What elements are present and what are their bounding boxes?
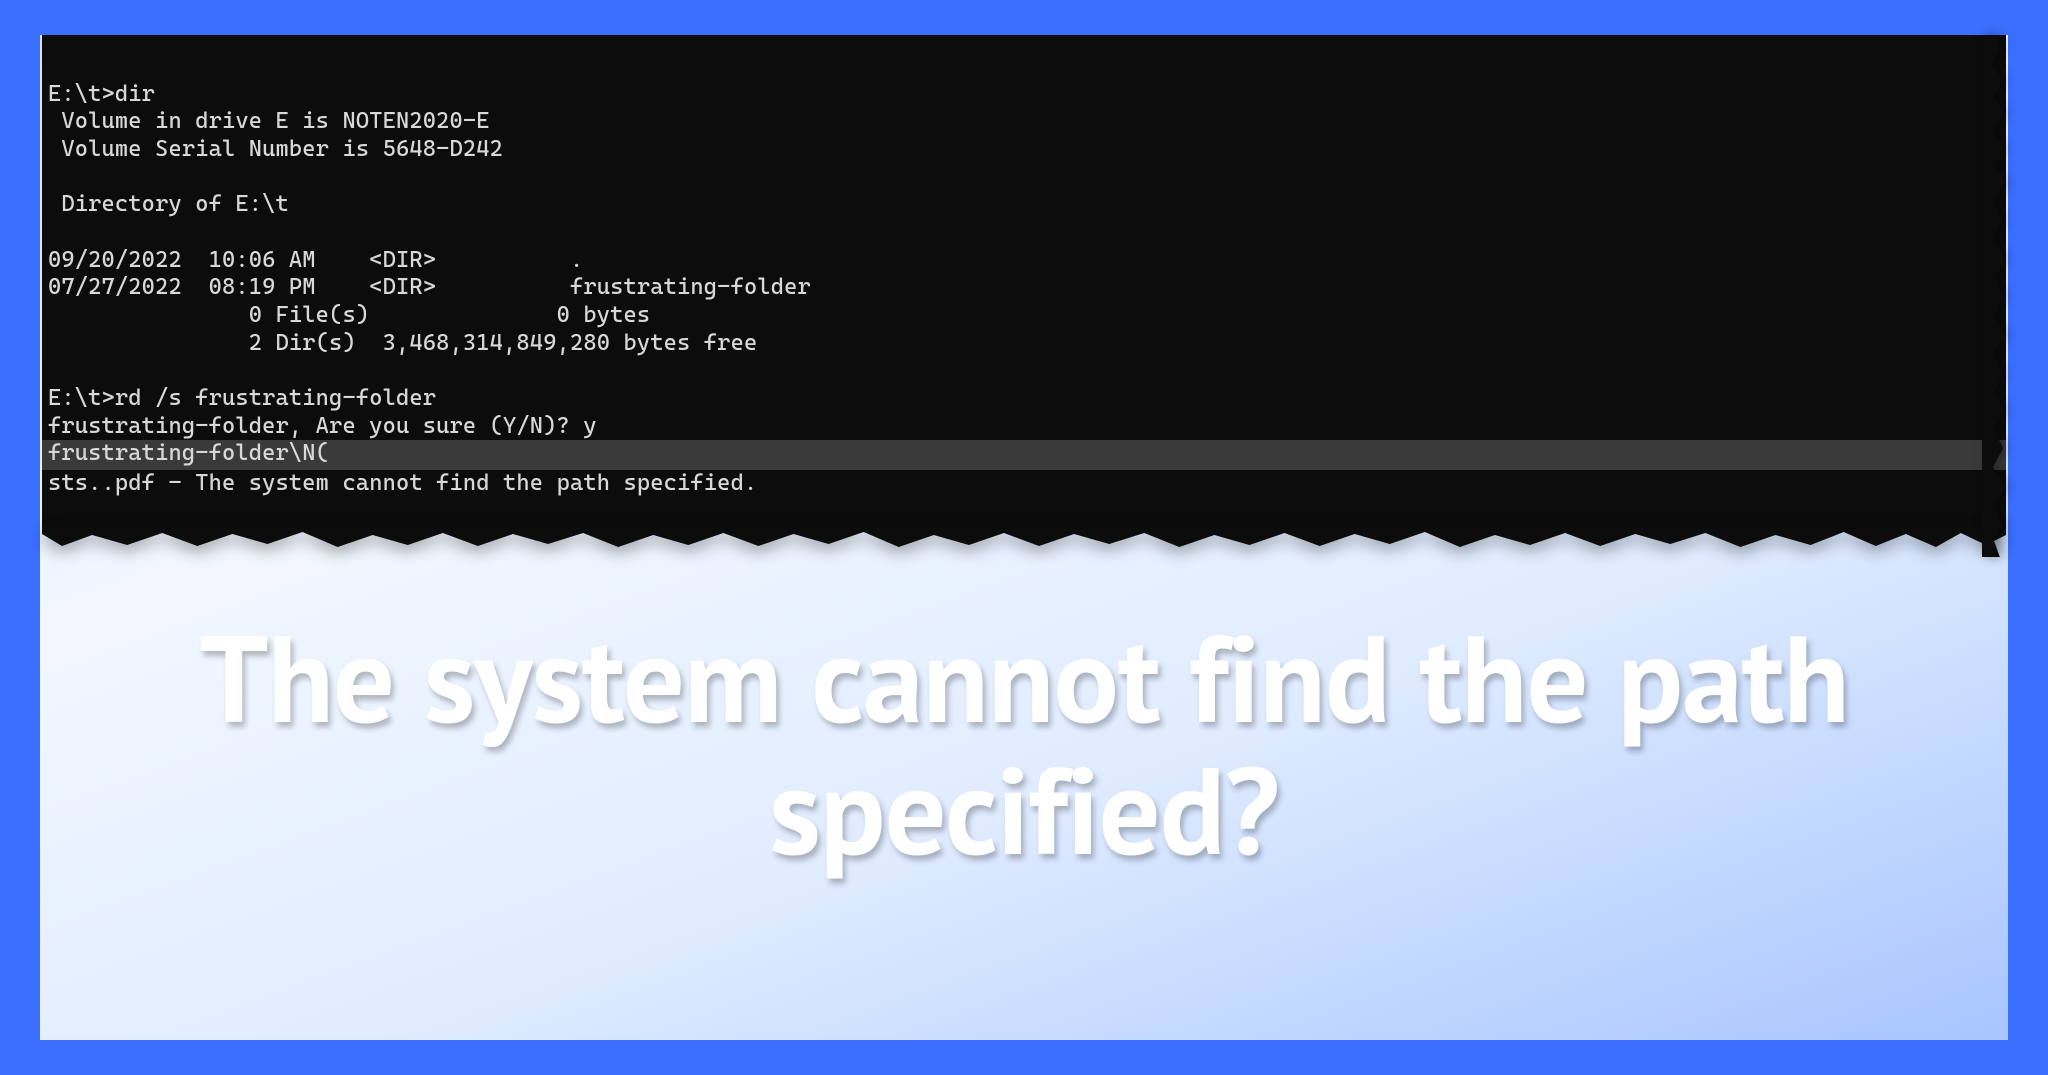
terminal-screenshot: E:\t>dir Volume in drive E is NOTEN2020-… [42,35,2006,557]
terminal-line-highlighted: frustrating-folder\N( [42,440,2006,470]
torn-edge-bottom [42,529,2006,557]
terminal-line: sts..pdf - The system cannot find the pa… [48,470,757,496]
torn-edge-right [1982,35,2008,557]
terminal-line: frustrating-folder, Are you sure (Y/N)? … [48,413,597,439]
terminal-output: E:\t>dir Volume in drive E is NOTEN2020-… [42,35,2006,529]
terminal-line: Directory of E:\t [48,191,289,217]
terminal-line: 09/20/2022 10:06 AM <DIR> . [48,247,583,273]
terminal-line-text: frustrating-folder\N( [48,440,329,466]
terminal-line: Volume Serial Number is 5648-D242 [48,136,503,162]
terminal-line: 2 Dir(s) 3,468,314,849,280 bytes free [48,330,757,356]
graphic-frame: E:\t>dir Volume in drive E is NOTEN2020-… [40,35,2008,1040]
headline-text: The system cannot find the path specifie… [40,612,2008,876]
terminal-line: 0 File(s) 0 bytes [48,302,650,328]
terminal-line: 07/27/2022 08:19 PM <DIR> frustrating-fo… [48,274,811,300]
terminal-line: E:\t>rd /s frustrating-folder [48,385,436,411]
terminal-line: Volume in drive E is NOTEN2020-E [48,108,490,134]
terminal-line: E:\t>dir [48,81,155,107]
